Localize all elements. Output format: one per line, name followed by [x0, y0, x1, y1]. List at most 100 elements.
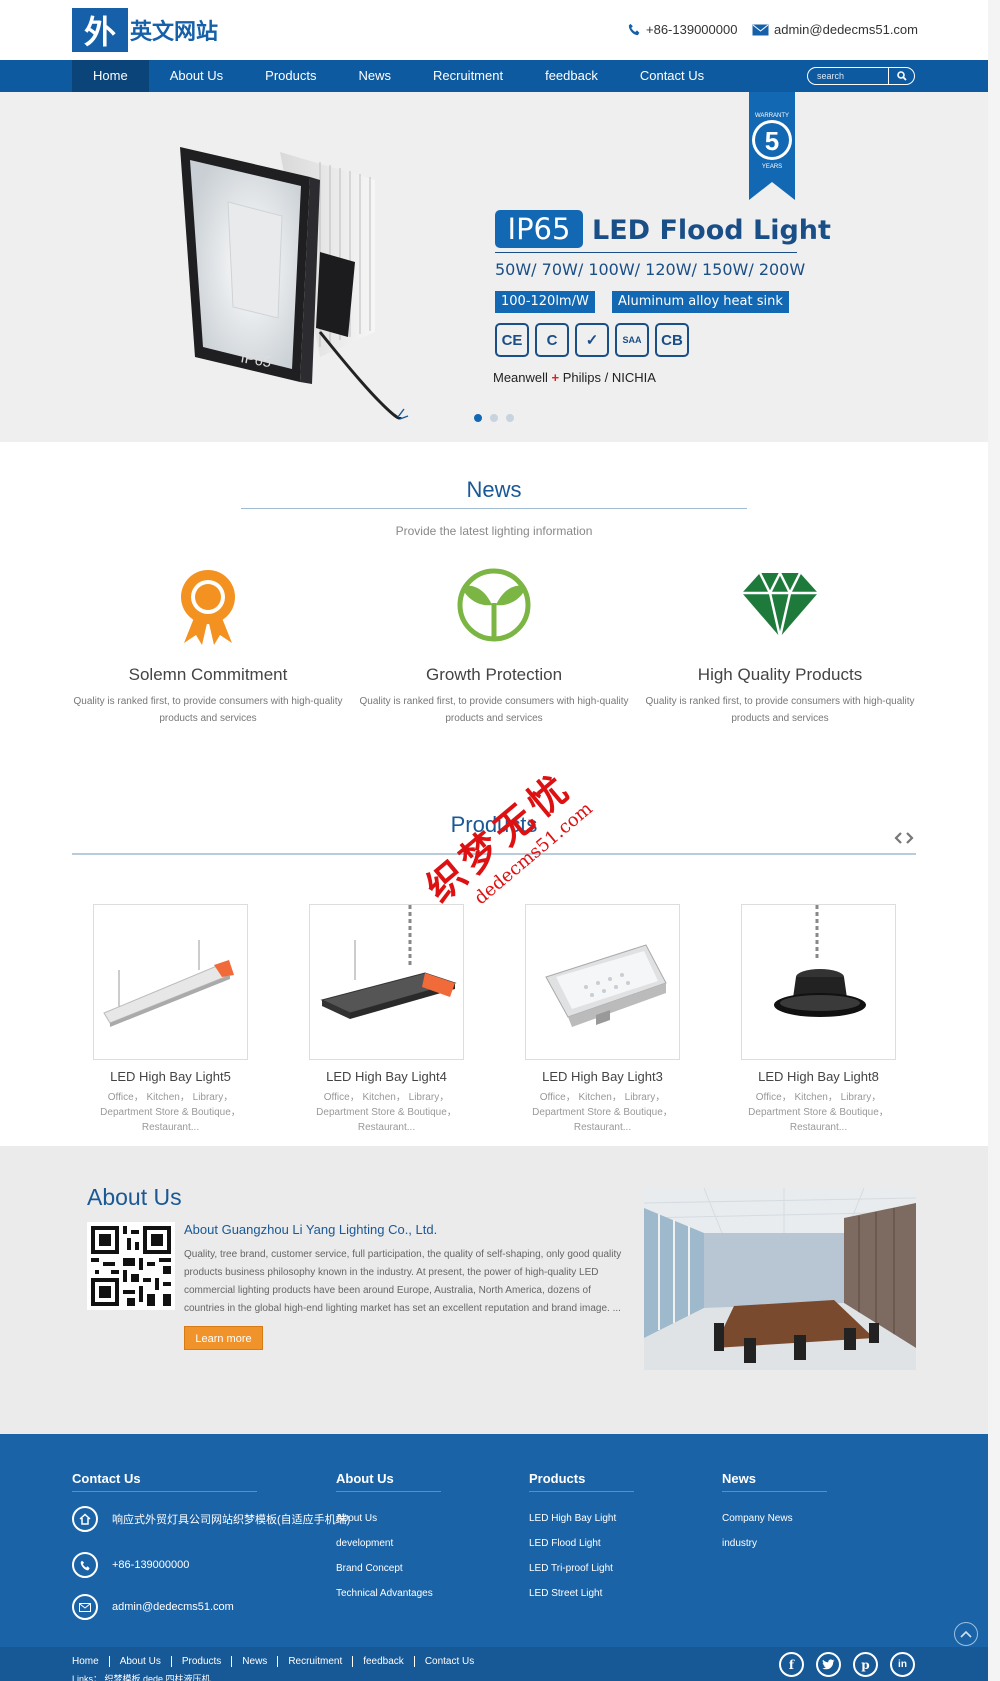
footer-email: admin@dedecms51.com [72, 1594, 234, 1620]
footer-divider [72, 1491, 257, 1492]
pinterest-icon[interactable]: p [853, 1652, 878, 1677]
footer-link[interactable]: LED Flood Light [529, 1538, 601, 1549]
bottom-nav-about[interactable]: About Us [110, 1656, 172, 1667]
footer-link[interactable]: industry [722, 1538, 757, 1549]
linkedin-icon[interactable]: in [890, 1652, 915, 1677]
bottom-nav-products[interactable]: Products [172, 1656, 233, 1667]
chevron-left-icon[interactable] [893, 831, 904, 845]
bottom-nav-recruitment[interactable]: Recruitment [278, 1656, 354, 1667]
feature-solemn-commitment: Solemn Commitment Quality is ranked firs… [65, 565, 351, 727]
slider-dot-2[interactable] [490, 414, 498, 422]
nav-products[interactable]: Products [244, 60, 337, 92]
banner-spec-efficacy: 100-120lm/W [495, 291, 595, 313]
feature-growth-protection: Growth Protection Quality is ranked firs… [351, 565, 637, 727]
footer-divider [722, 1491, 827, 1492]
product-image[interactable] [525, 904, 680, 1060]
feature-high-quality: High Quality Products Quality is ranked … [637, 565, 923, 727]
footer-divider [336, 1491, 441, 1492]
phone-icon [72, 1552, 98, 1578]
phone-icon [628, 23, 640, 36]
footer-link[interactable]: LED Street Light [529, 1588, 602, 1599]
product-image[interactable] [741, 904, 896, 1060]
about-section: About Us About Guangzhou Li Yang Lightin… [0, 1146, 988, 1434]
product-name[interactable]: LED High Bay Light5 [93, 1069, 248, 1084]
product-card[interactable]: LED High Bay Light5 Office， Kitchen， Lib… [93, 904, 248, 1135]
product-image[interactable] [93, 904, 248, 1060]
about-title: About Us [87, 1184, 182, 1210]
banner-watts: 50W/ 70W/ 100W/ 120W/ 150W/ 200W [495, 260, 806, 279]
footer-divider [529, 1491, 634, 1492]
feature-desc: Quality is ranked first, to provide cons… [645, 696, 915, 724]
feature-desc: Quality is ranked first, to provide cons… [73, 696, 343, 724]
check-cert-icon: ✓ [575, 323, 609, 357]
friend-links[interactable]: Links： 织梦模板 dede 四柱液压机 [72, 1672, 211, 1681]
product-image[interactable] [309, 904, 464, 1060]
bottom-nav-contact[interactable]: Contact Us [415, 1656, 484, 1667]
footer-about-title: About Us [336, 1471, 394, 1486]
bottom-nav-news[interactable]: News [232, 1656, 279, 1667]
ip65-badge: IP65 [495, 210, 583, 248]
slider-dot-1[interactable] [474, 414, 482, 422]
footer-link[interactable]: development [336, 1538, 393, 1549]
twitter-icon[interactable] [816, 1652, 841, 1677]
bottom-nav-home[interactable]: Home [72, 1656, 110, 1667]
search-button[interactable] [888, 68, 914, 84]
ce-cert-icon: CE [495, 323, 529, 357]
search-input[interactable] [808, 71, 886, 81]
banner-title: LED Flood Light [592, 215, 831, 246]
product-name[interactable]: LED High Bay Light3 [525, 1069, 680, 1084]
footer-link[interactable]: Technical Advantages [336, 1588, 433, 1599]
chevron-right-icon[interactable] [904, 831, 915, 845]
slider-dot-3[interactable] [506, 414, 514, 422]
logo-mark: 外 [72, 8, 128, 52]
banner-title-underline [495, 252, 797, 253]
linear-light-image [103, 940, 234, 1027]
news-subtitle: Provide the latest lighting information [395, 524, 593, 538]
product-name[interactable]: LED High Bay Light8 [741, 1069, 896, 1084]
main-nav: Home About Us Products News Recruitment … [0, 60, 988, 92]
header-email-text: admin@dedecms51.com [774, 22, 918, 37]
search-icon [896, 71, 907, 81]
nav-contact[interactable]: Contact Us [619, 60, 725, 92]
product-name[interactable]: LED High Bay Light4 [309, 1069, 464, 1084]
header-phone-text: +86-139000000 [646, 22, 738, 37]
back-to-top-button[interactable] [954, 1622, 978, 1646]
product-card[interactable]: LED High Bay Light4 Office， Kitchen， Lib… [309, 904, 464, 1135]
flood-light-image: IP65 [180, 147, 409, 420]
footer-link[interactable]: Brand Concept [336, 1563, 403, 1574]
nav-news[interactable]: News [337, 60, 412, 92]
feature-name: Solemn Commitment [128, 665, 288, 684]
facebook-icon[interactable]: f [779, 1652, 804, 1677]
feature-name: Growth Protection [425, 665, 563, 684]
product-card[interactable]: LED High Bay Light8 Office， Kitchen， Lib… [741, 904, 896, 1135]
nav-home[interactable]: Home [72, 60, 149, 92]
about-subtitle[interactable]: About Guangzhou Li Yang Lighting Co., Lt… [184, 1222, 437, 1237]
product-desc: Office， Kitchen， Library，Department Stor… [532, 1092, 673, 1133]
product-desc: Office， Kitchen， Library，Department Stor… [748, 1092, 889, 1133]
product-desc: Office， Kitchen， Library，Department Stor… [100, 1092, 241, 1133]
footer-email-text[interactable]: admin@dedecms51.com [112, 1601, 234, 1613]
office-meeting-room-image [644, 1188, 916, 1370]
drivers-philips: Philips / NICHIA [559, 370, 656, 385]
scrollbar[interactable] [988, 0, 1000, 1681]
footer-link[interactable]: LED High Bay Light [529, 1513, 616, 1524]
learn-more-button[interactable]: Learn more [184, 1326, 263, 1350]
product-desc: Office， Kitchen， Library，Department Stor… [316, 1092, 457, 1133]
ufo-highbay-image [774, 905, 866, 1017]
footer-link[interactable]: About Us [336, 1513, 377, 1524]
nav-feedback[interactable]: feedback [524, 60, 619, 92]
footer-link[interactable]: LED Tri-proof Light [529, 1563, 613, 1574]
footer-products-title: Products [529, 1471, 586, 1486]
bottom-nav-feedback[interactable]: feedback [353, 1656, 415, 1667]
feature-name: High Quality Products [697, 665, 863, 684]
product-card[interactable]: LED High Bay Light3 Office， Kitchen， Lib… [525, 904, 680, 1135]
footer-bottom-nav: Home About Us Products News Recruitment … [72, 1656, 484, 1667]
nav-about[interactable]: About Us [149, 60, 244, 92]
slider-dots [474, 414, 522, 422]
nav-recruitment[interactable]: Recruitment [412, 60, 524, 92]
about-text: Quality, tree brand, customer service, f… [184, 1249, 622, 1314]
header-email: admin@dedecms51.com [752, 22, 918, 37]
news-title-underline [241, 508, 747, 509]
site-logo[interactable]: 外 英文网站 [72, 8, 218, 52]
footer-link[interactable]: Company News [722, 1513, 793, 1524]
